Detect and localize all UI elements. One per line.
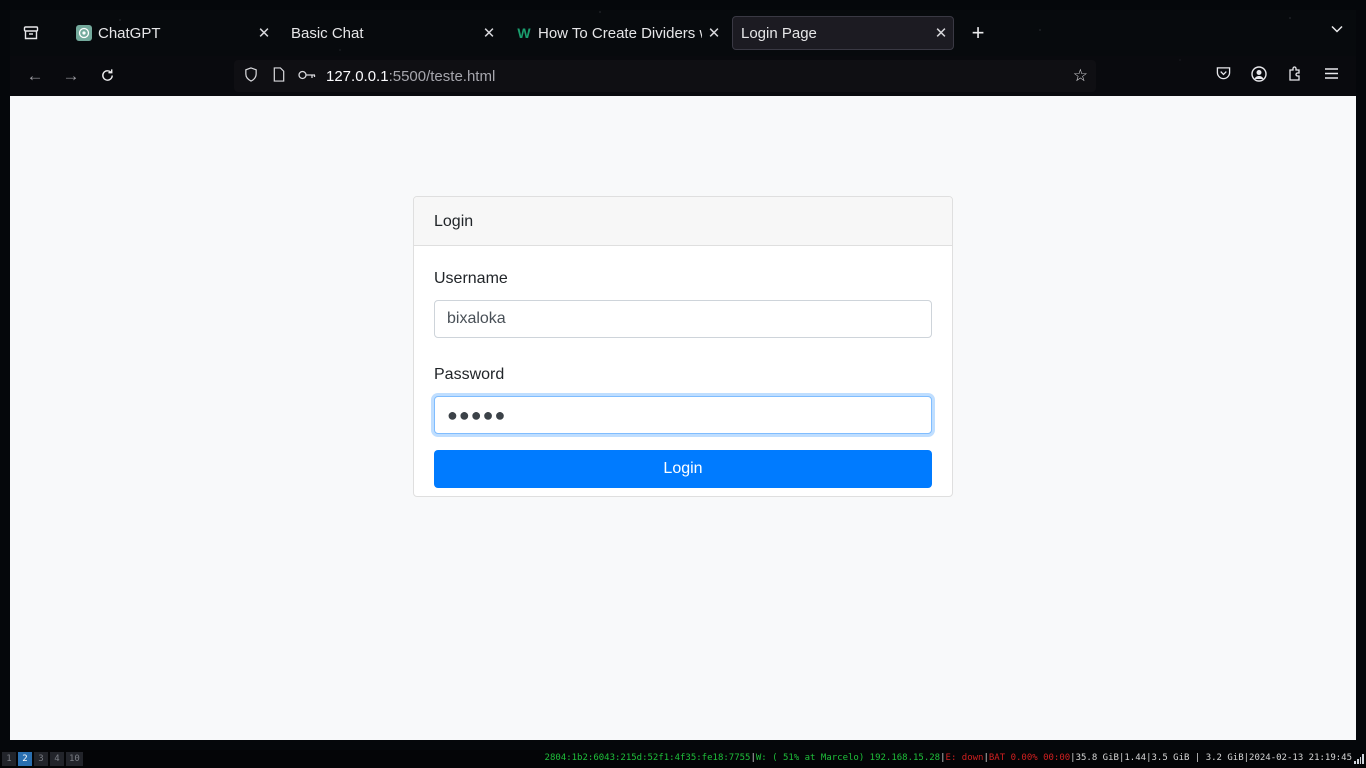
workspace-4[interactable]: 4 bbox=[50, 752, 64, 766]
chatgpt-icon bbox=[76, 25, 92, 41]
tab-title: Basic Chat bbox=[291, 24, 364, 42]
signal-icon bbox=[1354, 754, 1364, 764]
tab-basic-chat[interactable]: Basic Chat ✕ bbox=[277, 16, 501, 50]
new-tab-button[interactable]: + bbox=[965, 20, 991, 46]
archive-icon bbox=[23, 26, 39, 40]
system-status: 2804:1b2:6043:215d:52f1:4f35:fe18:7755|W… bbox=[544, 753, 1352, 763]
w-icon: W bbox=[517, 25, 531, 41]
browser-window: ChatGPT ✕ Basic Chat ✕ W How To Create D… bbox=[10, 10, 1356, 740]
tab-dividers[interactable]: W How To Create Dividers w ✕ bbox=[502, 16, 726, 50]
load-status: 1.44 bbox=[1124, 753, 1147, 763]
password-label: Password bbox=[434, 366, 505, 383]
forward-arrow-icon[interactable]: → bbox=[58, 64, 84, 88]
url-text[interactable]: 127.0.0.1:5500/teste.html bbox=[326, 68, 495, 85]
extensions-icon[interactable] bbox=[1284, 66, 1306, 86]
close-icon[interactable]: ✕ bbox=[477, 24, 501, 42]
workspace-2[interactable]: 2 bbox=[18, 752, 32, 766]
memory-free: 3.2 GiB bbox=[1205, 753, 1244, 763]
key-icon[interactable] bbox=[296, 68, 318, 84]
pocket-icon[interactable] bbox=[1212, 66, 1234, 86]
reload-icon[interactable] bbox=[94, 64, 120, 88]
login-card: Login Username bixaloka Password ●●●●● L… bbox=[413, 196, 953, 497]
close-icon[interactable]: ✕ bbox=[702, 24, 726, 42]
username-label: Username bbox=[434, 270, 508, 287]
wifi-status: W: ( 51% at Marcelo) 192.168.15.28 bbox=[755, 753, 941, 763]
memory-used: 3.5 GiB bbox=[1151, 753, 1190, 763]
shield-icon[interactable] bbox=[240, 67, 262, 85]
url-host: 127.0.0.1 bbox=[326, 67, 389, 85]
disk-status: 35.8 GiB bbox=[1075, 753, 1119, 763]
tab-login-page[interactable]: Login Page ✕ bbox=[732, 16, 954, 50]
username-field[interactable]: bixaloka bbox=[434, 300, 932, 338]
back-arrow-icon[interactable]: ← bbox=[22, 64, 48, 88]
page-icon[interactable] bbox=[268, 67, 290, 85]
workspace-3[interactable]: 3 bbox=[34, 752, 48, 766]
tab-title: ChatGPT bbox=[98, 24, 161, 42]
tab-title: Login Page bbox=[741, 24, 817, 42]
taskbar: 1 2 3 4 10 2804:1b2:6043:215d:52f1:4f35:… bbox=[0, 750, 1366, 768]
tab-bar: ChatGPT ✕ Basic Chat ✕ W How To Create D… bbox=[10, 10, 1356, 56]
url-path: :5500/teste.html bbox=[388, 67, 496, 85]
account-icon[interactable] bbox=[1248, 66, 1270, 86]
tab-list-button[interactable] bbox=[10, 10, 52, 56]
url-bar[interactable]: 127.0.0.1:5500/teste.html ☆ bbox=[234, 60, 1096, 92]
workspace-10[interactable]: 10 bbox=[66, 752, 83, 766]
battery-status: BAT 0.00% 00:00 bbox=[988, 753, 1071, 763]
close-icon[interactable]: ✕ bbox=[929, 24, 953, 42]
tab-title: How To Create Dividers w bbox=[538, 24, 702, 42]
login-button[interactable]: Login bbox=[434, 450, 932, 488]
star-icon[interactable]: ☆ bbox=[1073, 66, 1088, 86]
login-form: Username bixaloka Password ●●●●● Login bbox=[414, 270, 952, 488]
clock: 2024-02-13 21:19:45 bbox=[1249, 753, 1352, 763]
workspace-switcher: 1 2 3 4 10 bbox=[2, 752, 85, 766]
close-icon[interactable]: ✕ bbox=[252, 24, 276, 42]
ethernet-status: E: down bbox=[945, 753, 984, 763]
workspace-1[interactable]: 1 bbox=[2, 752, 16, 766]
ipv6-status: 2804:1b2:6043:215d:52f1:4f35:fe18:7755 bbox=[544, 753, 751, 763]
page-content: Login Username bixaloka Password ●●●●● L… bbox=[10, 96, 1356, 740]
menu-icon[interactable] bbox=[1320, 66, 1342, 86]
navigation-toolbar: ← → 127.0.0.1:5500/teste.html ☆ bbox=[10, 56, 1356, 96]
card-header: Login bbox=[414, 197, 952, 246]
tab-chatgpt[interactable]: ChatGPT ✕ bbox=[62, 16, 276, 50]
password-field[interactable]: ●●●●● bbox=[434, 396, 932, 434]
chevron-down-icon[interactable] bbox=[1330, 22, 1344, 39]
